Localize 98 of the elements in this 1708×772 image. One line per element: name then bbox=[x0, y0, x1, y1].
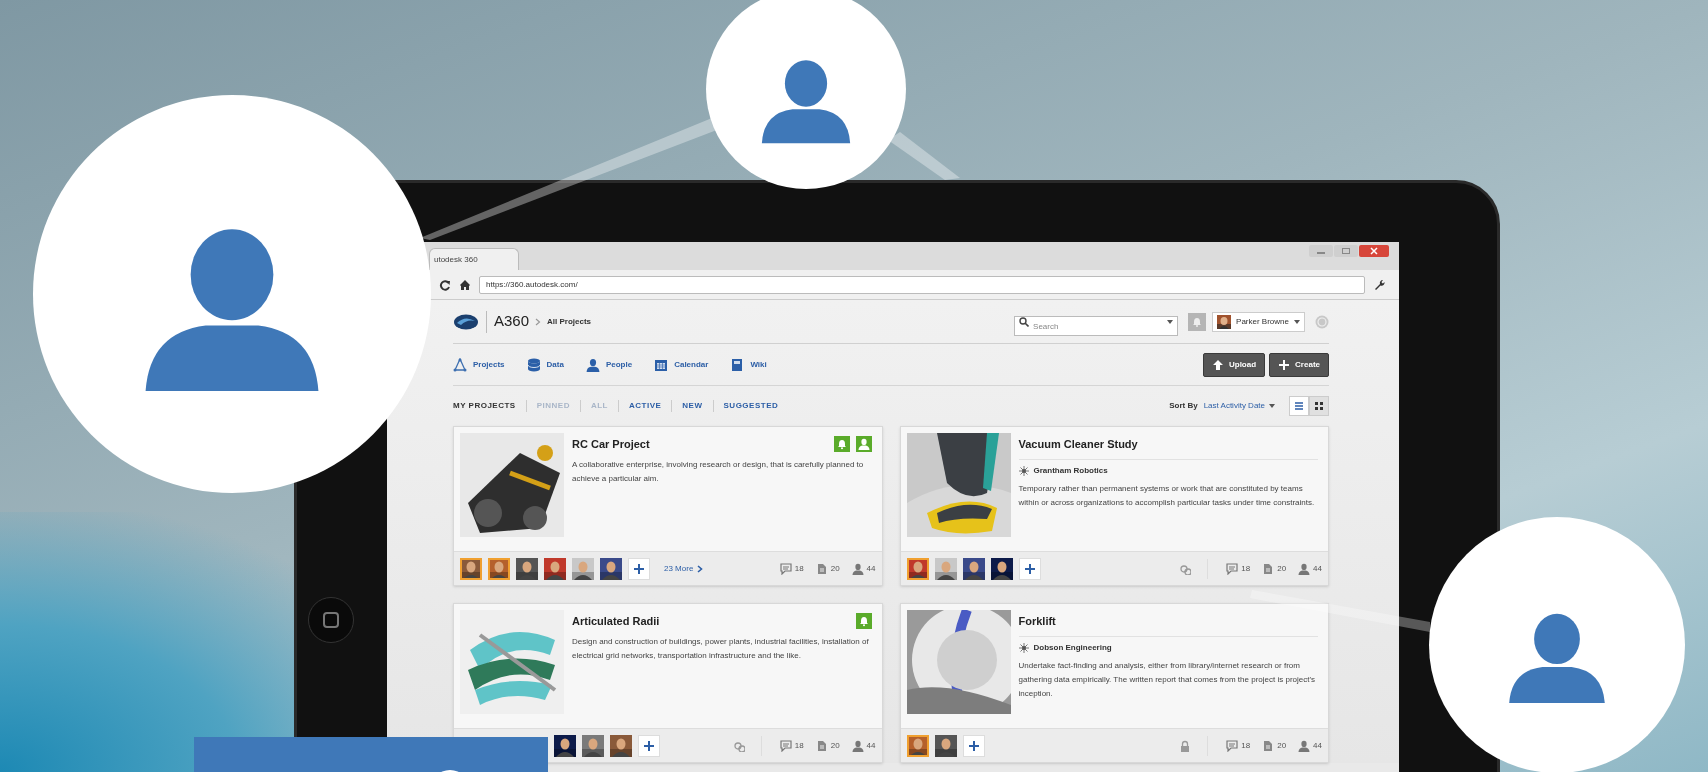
chevron-icon bbox=[534, 317, 543, 326]
project-card[interactable] bbox=[899, 426, 1329, 586]
project-title[interactable]: Vacuum Cleaner Study bbox=[1018, 436, 1318, 453]
nav-link[interactable]: Projects bbox=[453, 357, 505, 372]
filter-link[interactable]: SUGGESTED bbox=[723, 400, 779, 412]
comment-icon bbox=[1226, 562, 1239, 575]
plus-icon bbox=[1024, 563, 1035, 574]
project-title[interactable]: Articulated Radii bbox=[572, 613, 850, 630]
plus-icon bbox=[634, 563, 644, 574]
caret-icon bbox=[1294, 319, 1300, 324]
breadcrumb: All Projects bbox=[547, 315, 592, 328]
more-link[interactable]: 23 More bbox=[664, 562, 704, 575]
bell-icon bbox=[1192, 316, 1203, 327]
comment-icon bbox=[779, 739, 792, 752]
add-member-button[interactable] bbox=[638, 734, 660, 757]
document-icon bbox=[1262, 562, 1275, 575]
section-title: MY PROJECTS bbox=[453, 400, 516, 412]
project-title[interactable]: Forklift bbox=[1018, 613, 1318, 630]
caret-icon bbox=[1167, 319, 1174, 324]
stat-count: 20 bbox=[830, 739, 840, 752]
view-grid-button[interactable] bbox=[1309, 396, 1329, 416]
stat-count: 20 bbox=[1277, 739, 1287, 752]
stat-count: 20 bbox=[830, 562, 840, 575]
grid-icon bbox=[1313, 400, 1325, 412]
project-description: Design and construction of buildings, power plants, industrial facilities, installation of electrical grid networks, transportation infrastructure and the like. bbox=[572, 635, 870, 662]
stat-count: 18 bbox=[1241, 739, 1251, 752]
view-list-button[interactable] bbox=[1289, 396, 1309, 416]
stat-count: 44 bbox=[1313, 562, 1322, 575]
add-member-button[interactable] bbox=[628, 557, 650, 580]
search-icon bbox=[1019, 316, 1030, 327]
stat-count: 18 bbox=[794, 562, 804, 575]
url-text: https://360.autodesk.com/ bbox=[486, 278, 578, 291]
nav-link[interactable]: People bbox=[585, 357, 633, 372]
project-description: Temporary rather than permanent systems or work that are constituted by teams within or across organizations to accomplish particular tasks under time constraints. bbox=[1018, 482, 1316, 509]
comment-icon bbox=[779, 562, 792, 575]
project-description: A collaborative enterprise, involving research or design, that is carefully planned to achieve a particular aim. bbox=[572, 458, 865, 485]
wrench-icon[interactable] bbox=[1373, 278, 1385, 291]
company-icon bbox=[1018, 465, 1029, 476]
project-card[interactable]: RC Car Project A collaborative enterprise, involving research or design, that is carefully planned to achieve a particular aim. 23 More 18 20 44 bbox=[453, 426, 883, 586]
action-button[interactable]: Upload bbox=[1203, 352, 1266, 377]
person-icon bbox=[851, 739, 864, 752]
add-member-button[interactable] bbox=[962, 734, 985, 757]
chevron-icon bbox=[697, 564, 704, 573]
close-icon[interactable] bbox=[1359, 245, 1389, 257]
company-icon bbox=[1018, 642, 1029, 653]
project-description: Undertake fact-finding and analysis, either from library/internet research or from gathering data empirically. The written report that comes from the project is project's inception. bbox=[1018, 659, 1316, 700]
document-icon bbox=[1262, 739, 1275, 752]
plus-icon bbox=[644, 740, 654, 751]
sort-label: Sort By bbox=[1169, 400, 1198, 412]
add-member-button[interactable] bbox=[1018, 557, 1041, 580]
user-name: Parker Browne bbox=[1236, 315, 1289, 328]
bell-badge[interactable] bbox=[833, 436, 850, 453]
home-icon[interactable] bbox=[459, 278, 471, 291]
browser-tab[interactable]: utodesk 360 bbox=[429, 248, 519, 270]
person-icon bbox=[1298, 562, 1311, 575]
person-icon bbox=[857, 438, 870, 451]
project-title[interactable]: RC Car Project bbox=[572, 436, 828, 453]
person-badge[interactable] bbox=[855, 436, 872, 453]
bell-badge[interactable] bbox=[855, 613, 872, 630]
user-menu[interactable]: Parker Browne bbox=[1212, 311, 1305, 332]
database-icon bbox=[526, 357, 541, 372]
book-icon bbox=[730, 357, 745, 372]
upload-icon bbox=[1212, 358, 1224, 371]
stat-count: 44 bbox=[1313, 739, 1322, 752]
filter-link[interactable]: NEW bbox=[682, 400, 703, 412]
stat-count: 20 bbox=[1277, 562, 1287, 575]
sort-dropdown[interactable]: Last Activity Date bbox=[1203, 400, 1275, 412]
person-icon bbox=[851, 562, 864, 575]
app-name: A360 bbox=[494, 311, 530, 332]
nav-link[interactable]: Data bbox=[526, 357, 564, 372]
person-icon bbox=[585, 357, 600, 372]
company-name: Dobson Engineering bbox=[1033, 641, 1112, 654]
document-icon bbox=[815, 739, 828, 752]
project-card[interactable]: Articulated Radii Design and construction of buildings, power plants, industrial facilities, installation of electrical grid networks, transportation infrastructure and the like. 18 20 44 bbox=[453, 603, 883, 763]
plus-icon bbox=[968, 740, 979, 751]
list-icon bbox=[1293, 400, 1305, 412]
reload-icon[interactable] bbox=[439, 278, 451, 291]
nav-link[interactable]: Calendar bbox=[654, 357, 709, 372]
nav-link[interactable]: Wiki bbox=[730, 357, 767, 372]
comment-icon bbox=[1226, 739, 1239, 752]
stat-count: 18 bbox=[1241, 562, 1251, 575]
home-button[interactable] bbox=[308, 597, 354, 643]
network-icon bbox=[453, 357, 467, 372]
filter-link[interactable]: ACTIVE bbox=[629, 400, 662, 412]
caret-icon bbox=[1269, 404, 1275, 408]
search-field[interactable]: Search bbox=[1014, 316, 1179, 336]
company-name: Grantham Robotics bbox=[1033, 464, 1108, 477]
stat-count: 44 bbox=[866, 562, 876, 575]
stat-count: 44 bbox=[866, 739, 876, 752]
person-icon bbox=[1298, 739, 1311, 752]
action-button[interactable]: Create bbox=[1269, 352, 1329, 377]
calendar-icon bbox=[654, 357, 669, 372]
address-bar[interactable]: https://360.autodesk.com/ bbox=[479, 275, 1365, 294]
plus-icon bbox=[1278, 358, 1291, 371]
stat-count: 18 bbox=[794, 739, 804, 752]
logo-icon bbox=[453, 313, 479, 330]
project-card[interactable] bbox=[899, 603, 1329, 763]
document-icon bbox=[815, 562, 828, 575]
